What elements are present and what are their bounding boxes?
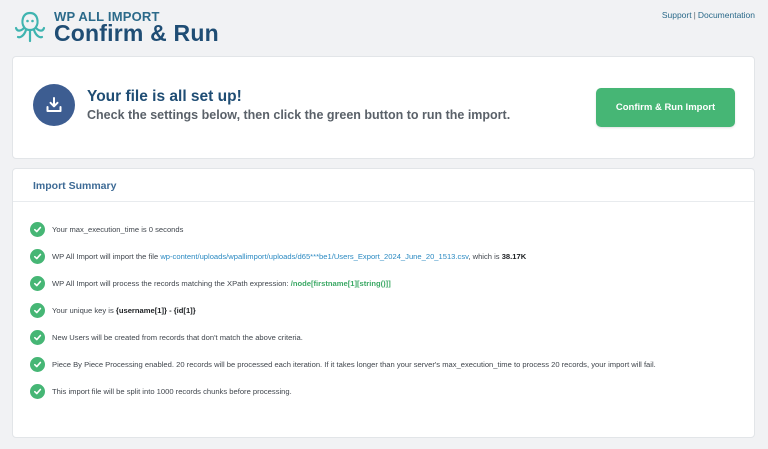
summary-title: Import Summary <box>33 180 117 192</box>
file-prefix-text: WP All Import will import the file <box>52 251 161 261</box>
support-link[interactable]: Support <box>662 10 692 20</box>
setup-complete-panel: Your file is all set up! Check the setti… <box>12 56 755 159</box>
download-tray-icon <box>33 84 75 126</box>
check-circle-icon <box>30 383 45 399</box>
list-item: New Users will be created from records t… <box>30 328 744 346</box>
page-title: Confirm & Run <box>54 20 219 46</box>
check-circle-icon <box>30 275 45 291</box>
file-size: 38.17K <box>501 251 527 261</box>
octopus-logo-icon <box>14 11 46 43</box>
list-item: Your unique key is {username[1]} - {id[1… <box>30 301 744 319</box>
check-circle-icon <box>30 221 45 237</box>
summary-item-text: This import file will be split into 1000… <box>52 386 292 396</box>
list-item: WP All Import will process the records m… <box>30 274 744 292</box>
list-item: This import file will be split into 1000… <box>30 382 744 400</box>
file-middle-text: , which is <box>468 251 502 261</box>
summary-item-text: WP All Import will import the file wp-co… <box>52 252 526 261</box>
list-item: Your max_execution_time is 0 seconds <box>30 220 744 238</box>
xpath-expression: /node[firstname[1][string()]] <box>290 278 391 288</box>
check-circle-icon <box>30 248 45 264</box>
summary-item-text: New Users will be created from records t… <box>52 332 303 342</box>
summary-item-text: WP All Import will process the records m… <box>52 279 391 288</box>
import-summary-panel: Import Summary Your max_execution_time i… <box>12 168 755 438</box>
summary-item-text: Your max_execution_time is 0 seconds <box>52 224 184 234</box>
link-separator: | <box>693 10 696 20</box>
documentation-link[interactable]: Documentation <box>698 10 755 20</box>
summary-header: Import Summary <box>13 169 754 202</box>
header-links: Support | Documentation <box>662 10 755 20</box>
list-item: WP All Import will import the file wp-co… <box>30 247 744 265</box>
hero-title: Your file is all set up! <box>87 88 242 105</box>
unique-key-value: {username[1]} - {id[1]} <box>115 305 196 315</box>
summary-item-text: Your unique key is {username[1]} - {id[1… <box>52 306 196 315</box>
xpath-prefix-text: WP All Import will process the records m… <box>52 278 291 288</box>
check-circle-icon <box>30 356 45 372</box>
summary-item-text: Piece By Piece Processing enabled. 20 re… <box>52 359 656 369</box>
check-circle-icon <box>30 302 45 318</box>
hero-subtitle: Check the settings below, then click the… <box>87 108 511 122</box>
unique-key-prefix-text: Your unique key is <box>52 305 116 315</box>
check-circle-icon <box>30 329 45 345</box>
import-file-link[interactable]: wp-content/uploads/wpallimport/uploads/d… <box>160 252 468 261</box>
list-item: Piece By Piece Processing enabled. 20 re… <box>30 355 744 373</box>
confirm-run-import-button[interactable]: Confirm & Run Import <box>596 88 735 127</box>
